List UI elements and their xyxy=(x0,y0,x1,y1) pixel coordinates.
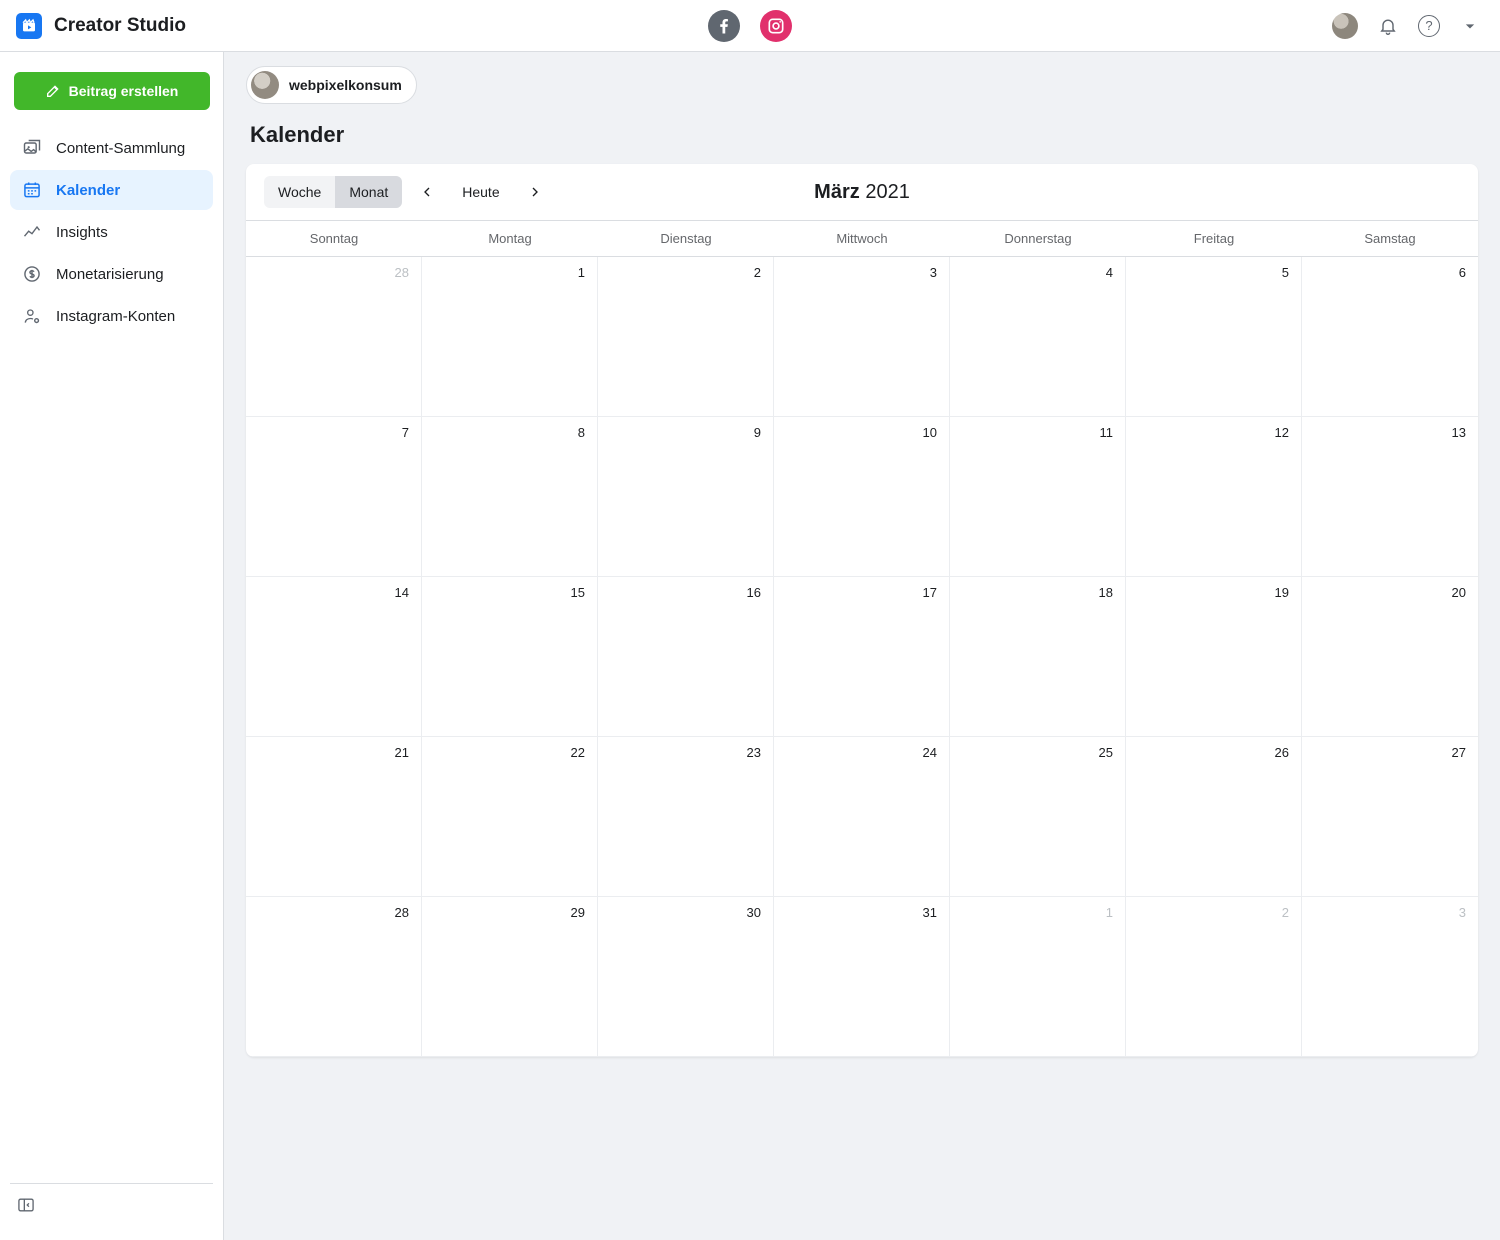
calendar-month: März xyxy=(814,181,860,203)
sidebar-item-label: Instagram-Konten xyxy=(56,308,175,325)
calendar-cell[interactable]: 7 xyxy=(246,417,422,577)
account-avatar xyxy=(251,71,279,99)
instagram-tab[interactable] xyxy=(760,10,792,42)
sidebar-item-calendar[interactable]: Kalender xyxy=(10,170,213,210)
sidebar-nav: Content-Sammlung Kalender Insights Monet… xyxy=(10,128,213,336)
app-title: Creator Studio xyxy=(54,15,186,37)
sidebar-item-insights[interactable]: Insights xyxy=(10,212,213,252)
calendar-cell[interactable]: 9 xyxy=(598,417,774,577)
calendar-cell[interactable]: 19 xyxy=(1126,577,1302,737)
gallery-icon xyxy=(22,138,42,158)
calendar-cell[interactable]: 14 xyxy=(246,577,422,737)
sidebar-item-content[interactable]: Content-Sammlung xyxy=(10,128,213,168)
calendar-cell[interactable]: 1 xyxy=(422,257,598,417)
calendar-cell[interactable]: 20 xyxy=(1302,577,1478,737)
calendar-title: März 2021 xyxy=(814,181,910,204)
caret-down-icon[interactable] xyxy=(1460,16,1480,36)
calendar-cell[interactable]: 16 xyxy=(598,577,774,737)
calendar-year: 2021 xyxy=(865,181,910,203)
brand: Creator Studio xyxy=(16,13,186,39)
view-week-button[interactable]: Woche xyxy=(264,176,335,208)
calendar-cell[interactable]: 18 xyxy=(950,577,1126,737)
compose-icon xyxy=(45,83,61,99)
facebook-tab[interactable] xyxy=(708,10,740,42)
sidebar-item-label: Content-Sammlung xyxy=(56,140,185,157)
bell-icon[interactable] xyxy=(1378,16,1398,36)
view-month-button[interactable]: Monat xyxy=(335,176,402,208)
weekday-label: Samstag xyxy=(1302,221,1478,256)
weekday-label: Sonntag xyxy=(246,221,422,256)
chevron-left-icon xyxy=(419,184,435,200)
calendar-cell[interactable]: 28 xyxy=(246,897,422,1057)
calendar-cell[interactable]: 3 xyxy=(1302,897,1478,1057)
calendar-cell[interactable]: 13 xyxy=(1302,417,1478,577)
account-selector[interactable]: webpixelkonsum xyxy=(246,66,417,104)
calendar-grid: 2812345678910111213141516171819202122232… xyxy=(246,257,1478,1057)
calendar-icon xyxy=(22,180,42,200)
calendar-cell[interactable]: 26 xyxy=(1126,737,1302,897)
chevron-right-icon xyxy=(527,184,543,200)
page-title: Kalender xyxy=(250,122,1474,148)
calendar-cell[interactable]: 28 xyxy=(246,257,422,417)
sidebar: Beitrag erstellen Content-Sammlung Kalen… xyxy=(0,52,224,1240)
collapse-sidebar-icon[interactable] xyxy=(16,1195,36,1220)
calendar-cell[interactable]: 22 xyxy=(422,737,598,897)
calendar-cell[interactable]: 8 xyxy=(422,417,598,577)
today-button[interactable]: Heute xyxy=(452,178,509,206)
sidebar-footer xyxy=(10,1183,213,1230)
calendar-cell[interactable]: 2 xyxy=(598,257,774,417)
weekday-label: Montag xyxy=(422,221,598,256)
calendar-cell[interactable]: 6 xyxy=(1302,257,1478,417)
calendar-cell[interactable]: 31 xyxy=(774,897,950,1057)
user-avatar[interactable] xyxy=(1332,13,1358,39)
platform-tabs xyxy=(708,0,792,52)
prev-button[interactable] xyxy=(412,177,442,207)
topbar: Creator Studio ? xyxy=(0,0,1500,52)
account-name: webpixelkonsum xyxy=(289,77,402,93)
content: webpixelkonsum Kalender Woche Monat Heut… xyxy=(224,52,1500,1240)
calendar-cell[interactable]: 17 xyxy=(774,577,950,737)
weekday-header: Sonntag Montag Dienstag Mittwoch Donners… xyxy=(246,220,1478,257)
weekday-label: Freitag xyxy=(1126,221,1302,256)
calendar-cell[interactable]: 2 xyxy=(1126,897,1302,1057)
create-post-button[interactable]: Beitrag erstellen xyxy=(14,72,210,110)
sidebar-item-monetization[interactable]: Monetarisierung xyxy=(10,254,213,294)
view-segment: Woche Monat xyxy=(264,176,402,208)
weekday-label: Dienstag xyxy=(598,221,774,256)
sidebar-item-label: Insights xyxy=(56,224,108,241)
weekday-label: Mittwoch xyxy=(774,221,950,256)
calendar-cell[interactable]: 25 xyxy=(950,737,1126,897)
calendar-cell[interactable]: 29 xyxy=(422,897,598,1057)
insights-icon xyxy=(22,222,42,242)
sidebar-item-instagram-accounts[interactable]: Instagram-Konten xyxy=(10,296,213,336)
calendar-cell[interactable]: 21 xyxy=(246,737,422,897)
calendar-cell[interactable]: 27 xyxy=(1302,737,1478,897)
sidebar-item-label: Kalender xyxy=(56,182,120,199)
weekday-label: Donnerstag xyxy=(950,221,1126,256)
next-button[interactable] xyxy=(520,177,550,207)
calendar-cell[interactable]: 4 xyxy=(950,257,1126,417)
creator-studio-logo-icon xyxy=(16,13,42,39)
topbar-right: ? xyxy=(1332,13,1480,39)
calendar-cell[interactable]: 5 xyxy=(1126,257,1302,417)
calendar-cell[interactable]: 23 xyxy=(598,737,774,897)
calendar-cell[interactable]: 30 xyxy=(598,897,774,1057)
calendar-cell[interactable]: 3 xyxy=(774,257,950,417)
help-icon[interactable]: ? xyxy=(1418,15,1440,37)
create-post-label: Beitrag erstellen xyxy=(69,83,179,99)
calendar-cell[interactable]: 12 xyxy=(1126,417,1302,577)
calendar-cell[interactable]: 24 xyxy=(774,737,950,897)
sidebar-item-label: Monetarisierung xyxy=(56,266,164,283)
calendar-cell[interactable]: 1 xyxy=(950,897,1126,1057)
calendar-card: Woche Monat Heute März 2021 Sonntag xyxy=(246,164,1478,1057)
calendar-cell[interactable]: 11 xyxy=(950,417,1126,577)
calendar-toolbar: Woche Monat Heute März 2021 xyxy=(246,164,1478,220)
calendar-cell[interactable]: 10 xyxy=(774,417,950,577)
dollar-icon xyxy=(22,264,42,284)
user-gear-icon xyxy=(22,306,42,326)
calendar-cell[interactable]: 15 xyxy=(422,577,598,737)
